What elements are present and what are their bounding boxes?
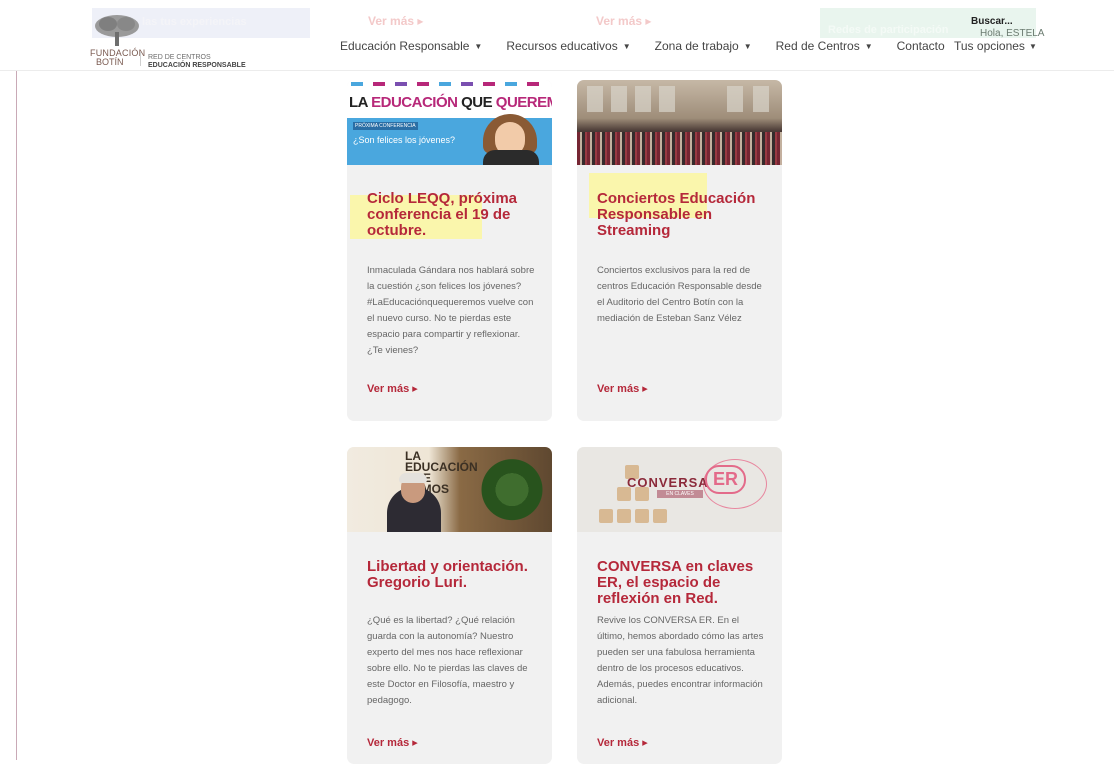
- image-stripe: EN CLAVES: [657, 490, 703, 498]
- news-card-leqq[interactable]: LA EDUCACIÓN QUE QUEREMOS 2021 PRÓXIMA C…: [347, 80, 552, 421]
- card-description: Revive los CONVERSA ER. En el último, he…: [597, 615, 764, 706]
- chevron-down-icon: ▼: [474, 42, 483, 51]
- card-title[interactable]: CONVERSA en claves ER, el espacio de ref…: [597, 559, 769, 607]
- search-link[interactable]: Buscar...: [971, 16, 1013, 27]
- nav-label: Educación Responsable: [340, 39, 470, 53]
- logo-divider: [140, 52, 141, 66]
- ghost-link-1: Ver más ▸: [368, 14, 424, 28]
- dash-decoration: [461, 82, 473, 86]
- nav-red-de-centros[interactable]: Red de Centros ▼: [776, 39, 873, 53]
- wood-block: [653, 509, 667, 523]
- site-logo[interactable]: FUNDACIÓN BOTÍN RED DE CENTROS EDUCACIÓN…: [90, 14, 260, 69]
- card-image-luri: LA EDUCACIÓN QUE REMOS: [347, 447, 552, 532]
- image-window: [659, 86, 675, 112]
- news-card-conciertos[interactable]: Conciertos Educación Responsable en Stre…: [577, 80, 782, 421]
- nav-zona-de-trabajo[interactable]: Zona de trabajo ▼: [655, 39, 752, 53]
- news-card-conversa[interactable]: EN CLAVES CONVERSA ER CONVERSA en claves…: [577, 447, 782, 764]
- ver-mas-link[interactable]: Ver más ▸: [367, 382, 418, 395]
- nav-label: Red de Centros: [775, 39, 860, 53]
- image-title: CONVERSA: [627, 475, 709, 490]
- logo-word-botin: BOTÍN: [96, 57, 124, 67]
- dash-decoration: [351, 82, 363, 86]
- nav-contacto[interactable]: Contacto: [897, 39, 945, 53]
- image-er-badge: ER: [705, 465, 747, 494]
- chevron-down-icon: ▼: [1028, 42, 1037, 51]
- ver-mas-link[interactable]: Ver más ▸: [597, 736, 648, 749]
- card-image-leqq: LA EDUCACIÓN QUE QUEREMOS 2021 PRÓXIMA C…: [347, 80, 552, 165]
- plant-decoration: [477, 455, 547, 532]
- dash-decoration: [373, 82, 385, 86]
- speaker-body: [483, 150, 539, 165]
- card-image-concert: [577, 80, 782, 165]
- user-options-menu[interactable]: Tus opciones ▼: [954, 39, 1037, 53]
- news-card-luri[interactable]: LA EDUCACIÓN QUE REMOS Libertad y orient…: [347, 447, 552, 764]
- left-border: [16, 70, 17, 760]
- nav-label: Recursos educativos: [506, 39, 618, 53]
- wood-block: [617, 509, 631, 523]
- chevron-down-icon: ▼: [622, 42, 631, 51]
- chevron-down-icon: ▼: [864, 42, 873, 51]
- speaker-hair: [399, 473, 427, 483]
- dash-decoration: [527, 82, 539, 86]
- image-window: [753, 86, 769, 112]
- image-window: [727, 86, 743, 112]
- card-description: Inmaculada Gándara nos hablará sobre la …: [367, 265, 535, 356]
- image-question: ¿Son felices los jóvenes?: [353, 135, 456, 145]
- main-nav: Educación Responsable ▼ Recursos educativ…: [340, 39, 969, 53]
- wood-block: [635, 509, 649, 523]
- dash-decoration: [417, 82, 429, 86]
- logo-educacion: EDUCACIÓN RESPONSABLE: [148, 62, 246, 69]
- wood-block: [599, 509, 613, 523]
- logo-red-centros: RED DE CENTROS: [148, 54, 211, 61]
- nav-educacion-responsable[interactable]: Educación Responsable ▼: [340, 39, 482, 53]
- ghost-text-right: Redes de participación: [828, 24, 949, 36]
- dash-decoration: [505, 82, 517, 86]
- image-tag: PRÓXIMA CONFERENCIA: [353, 122, 418, 130]
- card-description: ¿Qué es la libertad? ¿Qué relación guard…: [367, 615, 528, 706]
- ver-mas-link[interactable]: Ver más ▸: [367, 736, 418, 749]
- user-options-label: Tus opciones: [954, 39, 1025, 53]
- image-window: [635, 86, 651, 112]
- image-window: [587, 86, 603, 112]
- dash-decoration: [395, 82, 407, 86]
- card-description: Conciertos exclusivos para la red de cen…: [597, 265, 762, 324]
- card-image-conversa: EN CLAVES CONVERSA ER: [577, 447, 782, 532]
- card-title[interactable]: Conciertos Educación Responsable en Stre…: [597, 191, 769, 239]
- user-greeting: Hola, ESTELA: [980, 28, 1045, 39]
- image-window: [611, 86, 627, 112]
- tree-icon: [95, 15, 139, 46]
- card-title[interactable]: Ciclo LEQQ, próxima conferencia el 19 de…: [367, 191, 539, 239]
- ver-mas-link[interactable]: Ver más ▸: [597, 382, 648, 395]
- chevron-down-icon: ▼: [743, 42, 752, 51]
- nav-label: Contacto: [896, 39, 945, 53]
- nav-label: Zona de trabajo: [654, 39, 739, 53]
- image-title: LA EDUCACIÓN QUE QUEREMOS 2021: [349, 94, 552, 111]
- ghost-link-2: Ver más ▸: [596, 14, 652, 28]
- dash-decoration: [439, 82, 451, 86]
- dash-decoration: [483, 82, 495, 86]
- site-header: las tus experiencias Ver más ▸ Ver más ▸…: [0, 0, 1114, 71]
- audience-crowd: [577, 132, 782, 165]
- nav-recursos-educativos[interactable]: Recursos educativos ▼: [506, 39, 630, 53]
- card-title[interactable]: Libertad y orientación. Gregorio Luri.: [367, 559, 539, 591]
